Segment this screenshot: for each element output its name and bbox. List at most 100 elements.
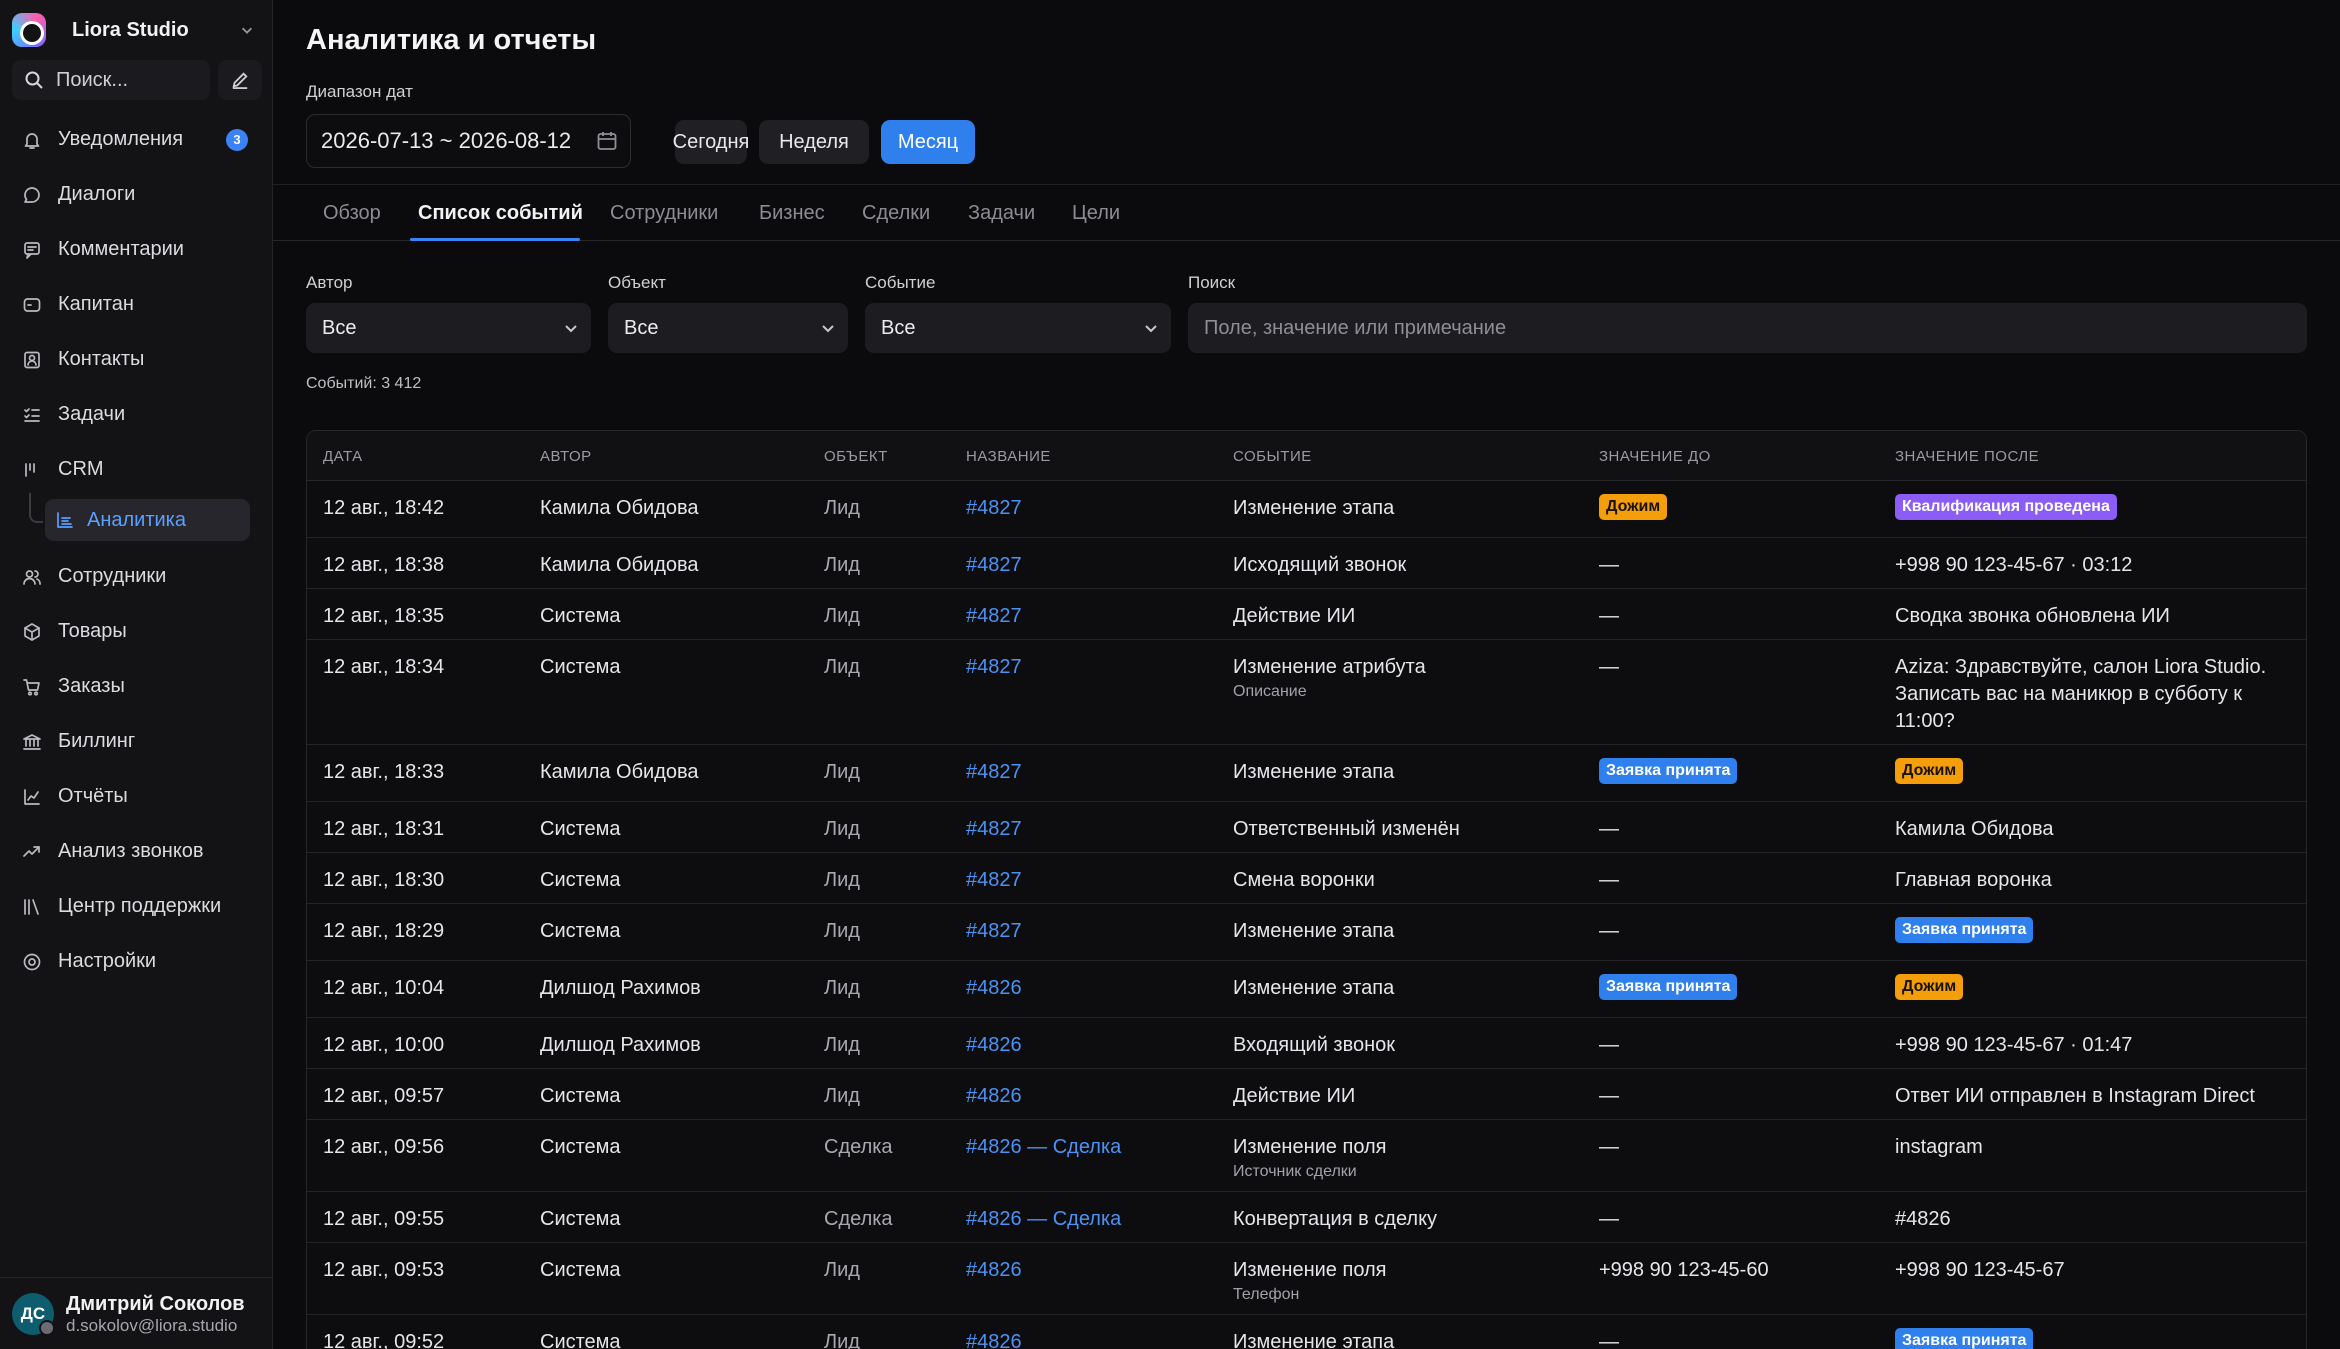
table-row[interactable]: 12 авг., 18:30 Система Лид #4827 Смена ворон… bbox=[307, 853, 2306, 904]
user-profile[interactable]: ДС Дмитрий Соколов d.sokolov@liora.studi… bbox=[0, 1277, 272, 1349]
chevron-down-icon bbox=[565, 325, 577, 333]
object-cell: Лид bbox=[824, 920, 860, 942]
column-author[interactable]: АВТОР bbox=[540, 431, 592, 481]
record-link[interactable]: #4826 — Сделка bbox=[966, 1136, 1121, 1158]
contacts-icon bbox=[24, 351, 40, 368]
sidebar-item-settings[interactable]: Настройки bbox=[0, 934, 272, 989]
table-row[interactable]: 12 авг., 09:56 Система Сделка #4826 — Сделк… bbox=[307, 1120, 2306, 1192]
trend-icon bbox=[23, 845, 40, 857]
sidebar-item-bell[interactable]: Уведомления 3 bbox=[0, 112, 272, 167]
tab-business[interactable]: Бизнес bbox=[759, 185, 825, 241]
record-link[interactable]: #4826 bbox=[966, 1259, 1022, 1281]
sidebar-item-bank[interactable]: Биллинг bbox=[0, 714, 272, 769]
sidebar-item-contacts[interactable]: Контакты bbox=[0, 332, 272, 387]
value-cell: — bbox=[1599, 1331, 1619, 1349]
table-row[interactable]: 12 авг., 18:42 Камила Обидова Лид #4827 Изме… bbox=[307, 481, 2306, 538]
sidebar-item-chat[interactable]: Диалоги bbox=[0, 167, 272, 222]
event-cell: Изменение поля Источник сделки bbox=[1233, 1134, 1583, 1183]
table-row[interactable]: 12 авг., 18:31 Система Лид #4827 Ответственн… bbox=[307, 802, 2306, 853]
workspace-switcher[interactable]: Liora Studio bbox=[0, 0, 272, 60]
record-link[interactable]: #4826 bbox=[966, 1331, 1022, 1349]
column-event[interactable]: СОБЫТИЕ bbox=[1233, 431, 1312, 481]
sidebar-item-box[interactable]: Товары bbox=[0, 604, 272, 659]
value-cell: — bbox=[1599, 656, 1619, 678]
table-row[interactable]: 12 авг., 10:04 Дилшод Рахимов Лид #4826 Изме… bbox=[307, 961, 2306, 1018]
tab-deals[interactable]: Сделки bbox=[862, 185, 930, 241]
sidebar-item-trend[interactable]: Анализ звонков bbox=[0, 824, 272, 879]
stage-badge: Заявка принята bbox=[1895, 917, 2034, 943]
tab-goals[interactable]: Цели bbox=[1072, 185, 1120, 241]
tab-employees[interactable]: Сотрудники bbox=[610, 185, 718, 241]
sidebar-item-crm[interactable]: CRM bbox=[0, 442, 272, 497]
table-row[interactable]: 12 авг., 18:35 Система Лид #4827 Действие ИИ… bbox=[307, 589, 2306, 640]
record-link[interactable]: #4827 bbox=[966, 920, 1022, 942]
sidebar-item-tasks[interactable]: Задачи bbox=[0, 387, 272, 442]
event-name: Изменение этапа bbox=[1233, 920, 1395, 942]
author-cell: Система bbox=[540, 1136, 621, 1158]
table-row[interactable]: 12 авг., 18:29 Система Лид #4827 Изменение э… bbox=[307, 904, 2306, 961]
sidebar-item-report[interactable]: Отчёты bbox=[0, 769, 272, 824]
compose-button[interactable] bbox=[218, 60, 262, 100]
event-name: Изменение этапа bbox=[1233, 497, 1395, 519]
record-link[interactable]: #4827 bbox=[966, 554, 1022, 576]
table-row[interactable]: 12 авг., 18:34 Система Лид #4827 Изменение а… bbox=[307, 640, 2306, 745]
column-object[interactable]: ОБЪЕКТ bbox=[824, 431, 888, 481]
table-row[interactable]: 12 авг., 09:55 Система Сделка #4826 — Сделк… bbox=[307, 1192, 2306, 1243]
date-range-input[interactable]: 2026-07-13 ~ 2026-08-12 bbox=[306, 114, 631, 168]
tasks-icon bbox=[24, 407, 40, 422]
user-name: Дмитрий Соколов bbox=[66, 1292, 245, 1315]
column-value-after[interactable]: ЗНАЧЕНИЕ ПОСЛЕ bbox=[1895, 431, 2039, 481]
record-link[interactable]: #4827 bbox=[966, 761, 1022, 783]
sidebar-search-input[interactable]: Поиск... bbox=[12, 60, 210, 100]
event-cell: Изменение этапа bbox=[1233, 918, 1583, 945]
sidebar-item-library[interactable]: Центр поддержки bbox=[0, 879, 272, 934]
table-row[interactable]: 12 авг., 09:53 Система Лид #4826 Изменение п… bbox=[307, 1243, 2306, 1315]
preset-today-button[interactable]: Сегодня bbox=[673, 120, 749, 164]
preset-month-button[interactable]: Месяц bbox=[881, 120, 975, 164]
author-cell: Система bbox=[540, 920, 621, 942]
column-name[interactable]: НАЗВАНИЕ bbox=[966, 431, 1051, 481]
table-row[interactable]: 12 авг., 09:57 Система Лид #4826 Действие ИИ… bbox=[307, 1069, 2306, 1120]
tab-tasks[interactable]: Задачи bbox=[968, 185, 1035, 241]
object-filter-label: Объект bbox=[608, 273, 666, 292]
object-filter-select[interactable]: Все bbox=[608, 303, 848, 353]
table-row[interactable]: 12 авг., 18:33 Камила Обидова Лид #4827 Изме… bbox=[307, 745, 2306, 802]
sidebar: Liora Studio Поиск... Уведомления 3 Диалог… bbox=[0, 0, 273, 1349]
record-link[interactable]: #4827 bbox=[966, 605, 1022, 627]
name-cell: #4826 bbox=[966, 1257, 1022, 1284]
sidebar-item-analytics[interactable]: Аналитика bbox=[45, 499, 250, 541]
name-cell: #4827 bbox=[966, 495, 1022, 522]
tab-event-list[interactable]: Список событий bbox=[418, 185, 583, 241]
event-search-input[interactable]: Поле, значение или примечание bbox=[1188, 303, 2307, 353]
record-link[interactable]: #4826 bbox=[966, 977, 1022, 999]
table-row[interactable]: 12 авг., 18:38 Камила Обидова Лид #4827 Исхо… bbox=[307, 538, 2306, 589]
preset-week-button[interactable]: Неделя bbox=[759, 120, 869, 164]
name-cell: #4826 bbox=[966, 975, 1022, 1002]
table-row[interactable]: 12 авг., 10:00 Дилшод Рахимов Лид #4826 Вход… bbox=[307, 1018, 2306, 1069]
record-link[interactable]: #4827 bbox=[966, 497, 1022, 519]
sidebar-item-cart[interactable]: Заказы bbox=[0, 659, 272, 714]
value-cell: — bbox=[1599, 869, 1619, 891]
value-cell: — bbox=[1599, 1085, 1619, 1107]
record-link[interactable]: #4826 bbox=[966, 1085, 1022, 1107]
sidebar-item-users[interactable]: Сотрудники bbox=[0, 549, 272, 604]
column-value-before[interactable]: ЗНАЧЕНИЕ ДО bbox=[1599, 431, 1711, 481]
sidebar-item-label: Настройки bbox=[58, 950, 157, 972]
author-filter-select[interactable]: Все bbox=[306, 303, 591, 353]
date-range-label: Диапазон дат bbox=[306, 82, 413, 101]
sidebar-item-captain[interactable]: Капитан bbox=[0, 277, 272, 332]
table-row[interactable]: 12 авг., 09:52 Система Лид #4826 Изменение э… bbox=[307, 1315, 2306, 1349]
record-link[interactable]: #4827 bbox=[966, 656, 1022, 678]
column-date[interactable]: ДАТА bbox=[323, 431, 363, 481]
record-link[interactable]: #4826 bbox=[966, 1034, 1022, 1056]
event-search-placeholder: Поле, значение или примечание bbox=[1204, 316, 1507, 339]
pencil-icon bbox=[232, 72, 248, 89]
event-filter-select[interactable]: Все bbox=[865, 303, 1171, 353]
object-cell: Лид bbox=[824, 869, 860, 891]
record-link[interactable]: #4826 — Сделка bbox=[966, 1208, 1121, 1230]
record-link[interactable]: #4827 bbox=[966, 818, 1022, 840]
record-link[interactable]: #4827 bbox=[966, 869, 1022, 891]
value-cell: Заявка принята bbox=[1599, 972, 1879, 1000]
tab-overview[interactable]: Обзор bbox=[323, 185, 381, 241]
sidebar-item-comment[interactable]: Комментарии bbox=[0, 222, 272, 277]
